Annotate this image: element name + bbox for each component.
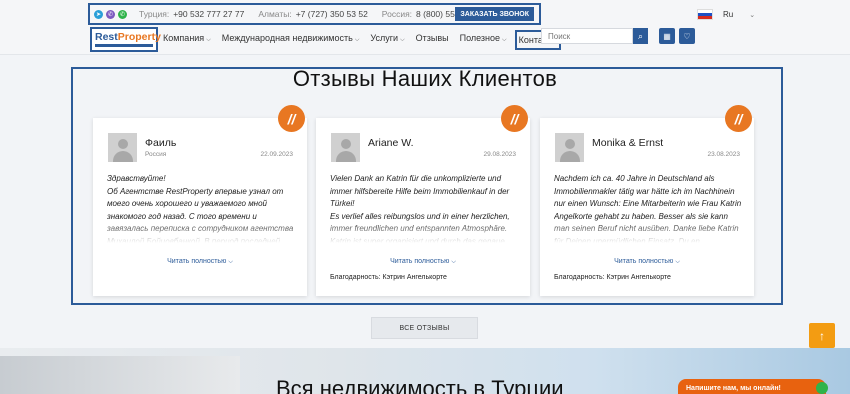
reviews-title: Отзывы Наших Клиентов [292, 66, 558, 91]
chevron-down-icon: ⌵ [502, 37, 507, 43]
chevron-down-icon: ⌵ [400, 37, 405, 43]
quote-icon: // [501, 105, 528, 132]
nav-item-services[interactable]: Услуги ⌵ [370, 31, 404, 50]
review-card: // Ariane W. 29.08.2023 Vielen Dank an K… [316, 105, 530, 296]
thanks-line: Благодарность: Кэтрин Ангелькорте [554, 274, 671, 281]
chevron-down-icon: ⌵ [675, 259, 680, 265]
search-input[interactable]: Поиск [541, 28, 633, 44]
telegram-icon[interactable]: ➤ [94, 9, 103, 19]
language-label: Ru [723, 10, 734, 19]
review-date: 23.08.2023 [707, 151, 740, 158]
review-text: Здравствуйте! Об Агентстве RestProperty … [107, 173, 297, 243]
nav-item-useful[interactable]: Полезное ⌵ [460, 31, 507, 50]
nav-item-company[interactable]: Компания ⌵ [163, 31, 211, 50]
whatsapp-icon[interactable]: ✆ [118, 9, 127, 19]
chevron-down-icon: ⌵ [451, 259, 456, 265]
nav-item-reviews[interactable]: Отзывы [416, 31, 449, 50]
nav-item-international[interactable]: Международная недвижимость ⌵ [222, 31, 360, 50]
top-bar: ➤ ✆ ✆ Турция: +90 532 777 27 77 Алматы: +7… [0, 0, 850, 27]
all-reviews-button[interactable]: ВСЕ ОТЗЫВЫ [371, 317, 478, 339]
scroll-to-top-icon[interactable]: ↑ [809, 323, 835, 348]
avatar [108, 133, 137, 162]
language-selector[interactable]: Ru ⌄ [697, 9, 755, 20]
main-menu: Компания ⌵ Международная недвижимость ⌵ Ус… [163, 30, 572, 50]
quote-icon: // [725, 105, 752, 132]
reviewer-name: Фаиль [145, 137, 177, 149]
read-more-link[interactable]: Читать полностью ⌵ [540, 258, 754, 266]
chevron-down-icon: ⌵ [206, 37, 211, 43]
review-card: // Monika & Ernst 23.08.2023 Nachdem ich… [540, 105, 754, 296]
logo[interactable]: RestProperty [90, 27, 161, 52]
main-navbar: RestProperty Компания ⌵ Международная нед… [0, 27, 850, 55]
chat-online-icon [816, 382, 828, 394]
chevron-down-icon: ⌵ [228, 259, 233, 265]
search-icon[interactable]: ⌕ [633, 28, 648, 44]
viber-icon[interactable]: ✆ [106, 9, 115, 19]
quote-icon: // [278, 105, 305, 132]
review-text: Vielen Dank an Katrin für die unkomplizi… [330, 173, 520, 243]
russia-flag-icon [697, 9, 713, 20]
avatar [555, 133, 584, 162]
review-date: 22.09.2023 [260, 151, 293, 158]
contact-bar: ➤ ✆ ✆ Турция: +90 532 777 27 77 Алматы: +7… [88, 3, 541, 25]
phone-almaty[interactable]: Алматы: +7 (727) 350 53 52 [258, 9, 367, 19]
review-text: Nachdem ich ca. 40 Jahre in Deutschland … [554, 173, 744, 243]
read-more-link[interactable]: Читать полностью ⌵ [316, 258, 530, 266]
section-title: Вся недвижимость в Турции [276, 376, 564, 394]
review-card: // Фаиль Россия 22.09.2023 Здравствуйте!… [93, 105, 307, 296]
logo-underline [95, 44, 153, 47]
chevron-down-icon: ⌄ [749, 11, 756, 19]
thanks-line: Благодарность: Кэтрин Ангелькорте [330, 274, 447, 281]
chat-widget[interactable]: Напишите нам, мы онлайн! [678, 379, 826, 394]
phone-turkey[interactable]: Турция: +90 532 777 27 77 [139, 9, 244, 19]
reviewer-country: Россия [145, 151, 167, 158]
read-more-link[interactable]: Читать полностью ⌵ [93, 258, 307, 266]
compare-icon[interactable]: ▦ [659, 28, 675, 44]
reviewer-name: Monika & Ernst [592, 137, 664, 149]
chevron-down-icon: ⌵ [354, 37, 360, 43]
reviewer-name: Ariane W. [368, 137, 414, 149]
review-date: 29.08.2023 [483, 151, 516, 158]
avatar [331, 133, 360, 162]
order-call-button[interactable]: ЗАКАЗАТЬ ЗВОНОК [455, 7, 534, 21]
favorites-heart-icon[interactable]: ♡ [679, 28, 695, 44]
